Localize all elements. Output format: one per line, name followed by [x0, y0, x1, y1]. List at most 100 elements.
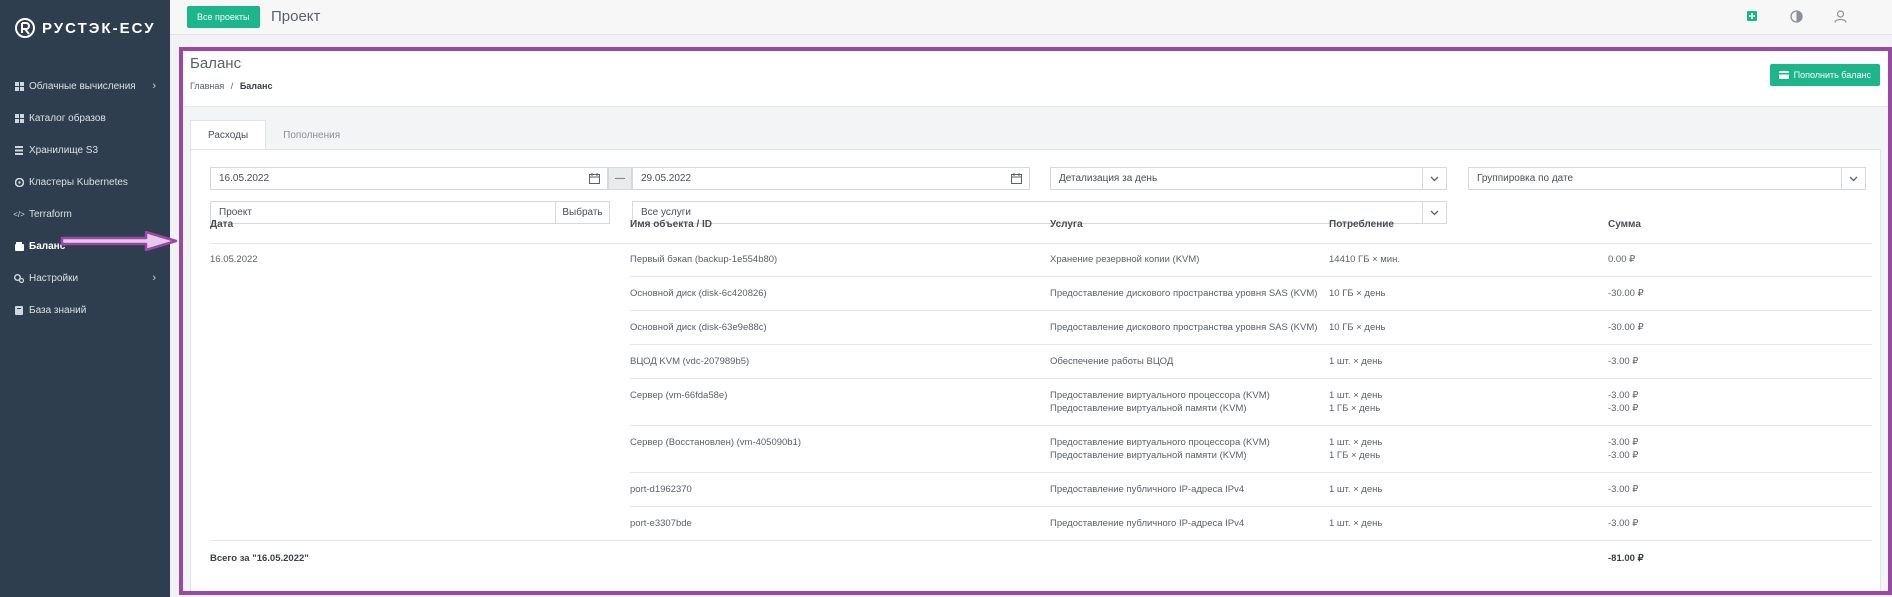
- sidebar-item-label: Каталог образов: [29, 112, 106, 124]
- row-service: Предоставление виртуальной памяти (KVM): [1050, 450, 1247, 461]
- breadcrumb-separator: /: [230, 81, 234, 91]
- row-object: Сервер (Восстановлен) (vm-405090b1): [630, 437, 802, 448]
- code-icon: </>: [13, 209, 25, 219]
- sidebar-item-label: Кластеры Kubernetes: [29, 176, 128, 188]
- date-to-value: 29.05.2022: [641, 173, 692, 184]
- date-from-field[interactable]: 16.05.2022: [210, 167, 608, 190]
- sidebar-item-s3[interactable]: Хранилище S3: [0, 134, 170, 166]
- content-frame: Баланс Главная / Баланс Пополнить баланс…: [179, 47, 1892, 595]
- header-divider: [210, 243, 1872, 244]
- total-label: Всего за "16.05.2022": [210, 553, 309, 564]
- row-object: port-d1962370: [630, 484, 692, 495]
- row-object: ВЦОД KVM (vdc-207989b5): [630, 356, 750, 367]
- row-divider: [630, 276, 1872, 277]
- topbar-actions: [1745, 9, 1847, 23]
- kubernetes-icon: [14, 177, 24, 187]
- grouping-select-value: Группировка по дате: [1477, 173, 1574, 184]
- sidebar-item-images[interactable]: Каталог образов: [0, 102, 170, 134]
- row-sum: -3.00 ₽: [1608, 356, 1639, 367]
- sidebar-item-label: База знаний: [29, 304, 87, 316]
- breadcrumb-home[interactable]: Главная: [190, 81, 224, 91]
- column-header-date[interactable]: Дата: [210, 219, 233, 230]
- column-header-service[interactable]: Услуга: [1050, 219, 1083, 230]
- row-divider: [630, 344, 1872, 345]
- column-header-object[interactable]: Имя объекта / ID: [630, 219, 712, 230]
- row-service: Предоставление публичного IP-адреса IPv4: [1050, 484, 1245, 495]
- chevron-down-icon: [1422, 168, 1446, 189]
- calendar-icon[interactable]: [1011, 173, 1022, 184]
- row-usage: 10 ГБ × день: [1329, 288, 1386, 299]
- sidebar-item-terraform[interactable]: </> Terraform: [0, 198, 170, 230]
- row-sum: -3.00 ₽: [1608, 518, 1639, 529]
- sidebar-item-label: Облачные вычисления: [29, 80, 136, 92]
- row-divider: [630, 310, 1872, 311]
- services-select[interactable]: Все услуги: [632, 201, 1447, 224]
- detail-select-value: Детализация за день: [1059, 173, 1158, 184]
- row-sum: -3.00 ₽: [1608, 403, 1639, 414]
- project-input[interactable]: Проект: [210, 201, 556, 224]
- sidebar-nav: Облачные вычисления › Каталог образов Хр…: [0, 70, 170, 326]
- tab-topups[interactable]: Пополнения: [266, 120, 357, 150]
- annotation-arrow: [60, 231, 178, 251]
- page-title: Баланс: [190, 55, 242, 72]
- chevron-right-icon: ›: [152, 272, 156, 284]
- row-usage: 1 шт. × день: [1329, 437, 1383, 448]
- date-from-value: 16.05.2022: [219, 173, 270, 184]
- sidebar-item-cloud[interactable]: Облачные вычисления ›: [0, 70, 170, 102]
- row-service: Предоставление дискового пространства ур…: [1050, 288, 1318, 299]
- row-divider: [630, 425, 1872, 426]
- sidebar-item-label: Хранилище S3: [29, 144, 99, 156]
- pick-project-button[interactable]: Выбрать: [555, 201, 610, 224]
- user-icon[interactable]: [1833, 9, 1847, 23]
- grouping-select[interactable]: Группировка по дате: [1468, 167, 1866, 190]
- storage-icon: [14, 145, 24, 155]
- row-usage: 1 ГБ × день: [1329, 450, 1381, 461]
- column-header-sum[interactable]: Сумма: [1608, 219, 1641, 230]
- row-object: Сервер (vm-66fda58e): [630, 390, 728, 401]
- total-sum: -81.00 ₽: [1608, 553, 1644, 564]
- all-projects-button[interactable]: Все проекты: [187, 6, 260, 28]
- row-date: 16.05.2022: [210, 254, 258, 265]
- row-service: Предоставление публичного IP-адреса IPv4: [1050, 518, 1245, 529]
- sidebar-item-settings[interactable]: Настройки ›: [0, 262, 170, 294]
- theme-toggle-icon[interactable]: [1789, 9, 1803, 23]
- row-usage: 10 ГБ × день: [1329, 322, 1386, 333]
- row-service: Хранение резервной копии (KVM): [1050, 254, 1200, 265]
- row-sum: -3.00 ₽: [1608, 450, 1639, 461]
- gears-icon: [14, 273, 24, 283]
- sidebar-item-kubernetes[interactable]: Кластеры Kubernetes: [0, 166, 170, 198]
- tabs: Расходы Пополнения: [190, 120, 357, 150]
- row-sum: -3.00 ₽: [1608, 484, 1639, 495]
- topup-balance-label: Пополнить баланс: [1793, 70, 1871, 80]
- breadcrumb: Главная / Баланс: [190, 81, 272, 91]
- grid-icon: [14, 113, 24, 123]
- calendar-icon[interactable]: [589, 173, 600, 184]
- row-divider: [630, 472, 1872, 473]
- book-icon: [14, 305, 24, 315]
- logo[interactable]: РУСТЭК-ЕСУ: [14, 17, 156, 39]
- row-object: port-e3307bde: [630, 518, 692, 529]
- chevron-right-icon: ›: [152, 80, 156, 92]
- sidebar-item-knowledge[interactable]: База знаний: [0, 294, 170, 326]
- row-service: Предоставление дискового пространства ур…: [1050, 322, 1318, 333]
- chevron-down-icon: [1841, 168, 1865, 189]
- row-sum: -3.00 ₽: [1608, 390, 1639, 401]
- row-object: Первый бэкап (backup-1e554b80): [630, 254, 778, 265]
- panel-area: Расходы Пополнения 16.05.2022 — 29.05.20…: [183, 107, 1888, 591]
- column-header-usage[interactable]: Потребление: [1329, 219, 1394, 230]
- logo-icon: [15, 18, 35, 38]
- row-sum: -30.00 ₽: [1608, 322, 1644, 333]
- add-icon[interactable]: [1745, 9, 1759, 23]
- project-input-placeholder: Проект: [219, 207, 252, 218]
- services-select-value: Все услуги: [641, 207, 691, 218]
- detail-select[interactable]: Детализация за день: [1050, 167, 1447, 190]
- topup-balance-button[interactable]: Пополнить баланс: [1769, 64, 1880, 86]
- date-to-field[interactable]: 29.05.2022: [632, 167, 1030, 190]
- row-sum: -3.00 ₽: [1608, 437, 1639, 448]
- card-icon: [1778, 71, 1789, 79]
- tab-expenses[interactable]: Расходы: [190, 120, 267, 150]
- expenses-panel: 16.05.2022 — 29.05.2022 Детализация за д…: [190, 149, 1881, 591]
- topbar: Все проекты Проект: [170, 0, 1892, 35]
- row-service: Предоставление виртуального процессора (…: [1050, 390, 1270, 401]
- row-usage: 1 шт. × день: [1329, 356, 1383, 367]
